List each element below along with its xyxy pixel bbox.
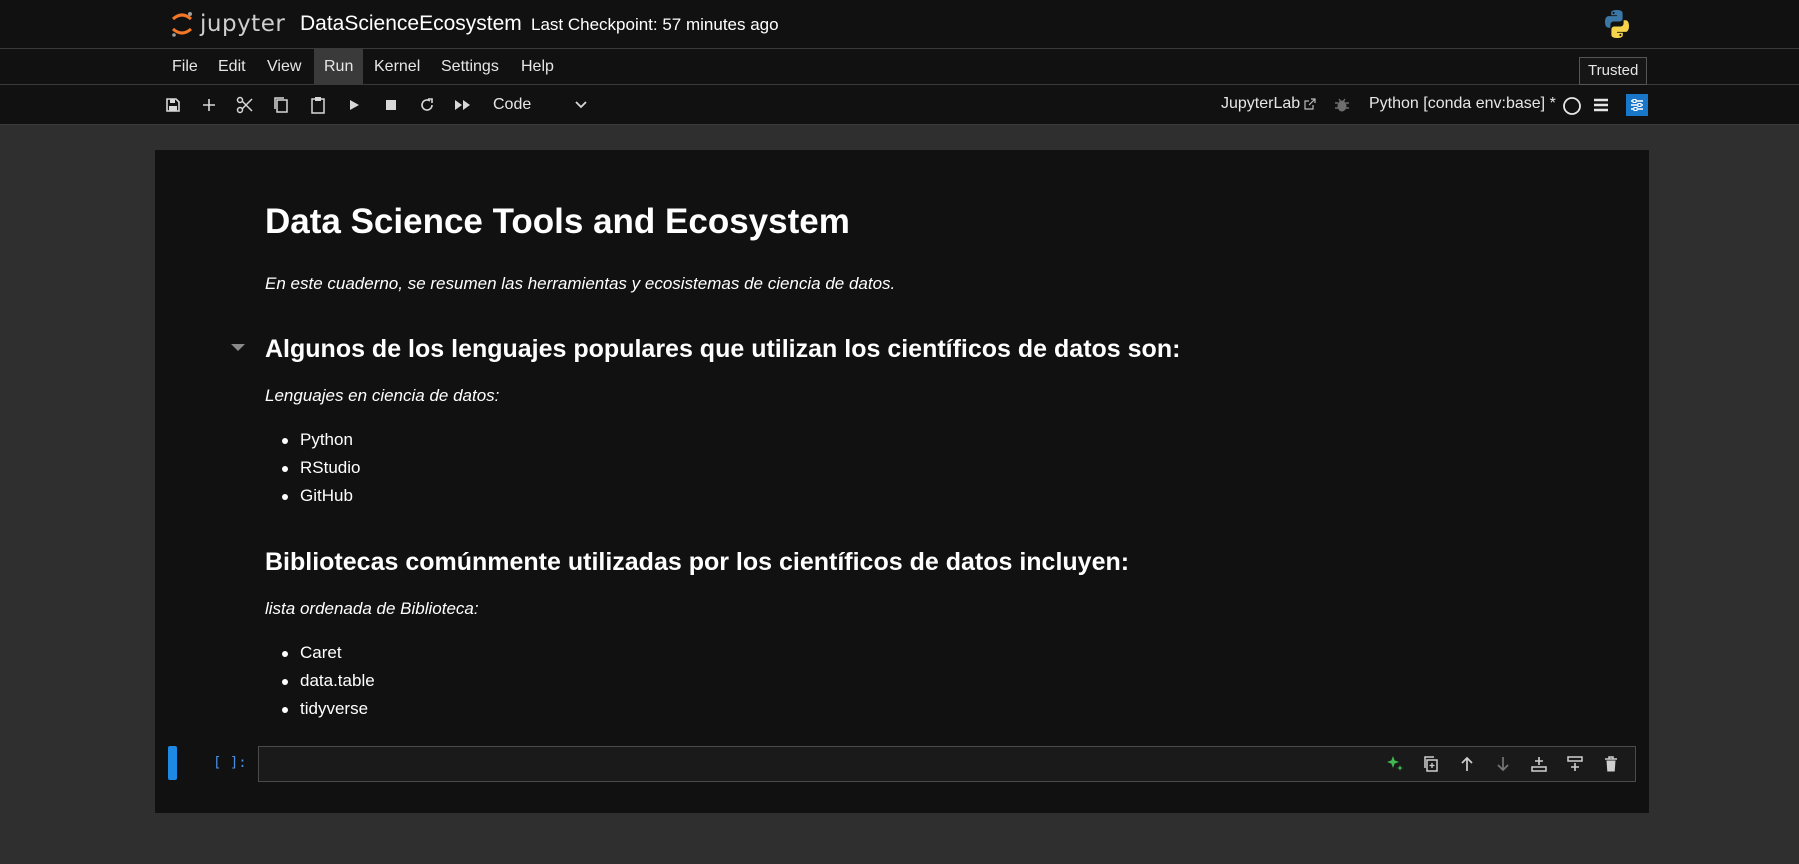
jupyter-logo-icon [172, 12, 192, 37]
move-up-icon[interactable] [1456, 753, 1478, 775]
notebook-title[interactable]: DataScienceEcosystem [300, 12, 522, 36]
libraries-list: Caret data.table tidyverse [282, 639, 375, 723]
list-item: data.table [282, 667, 375, 695]
chevron-down-icon[interactable] [574, 97, 588, 115]
delete-icon[interactable] [1600, 753, 1622, 775]
menu-view[interactable]: View [257, 49, 311, 84]
notebook-toolbar: Code JupyterLab Python [conda env:base] … [0, 85, 1799, 125]
section-subtitle-languages: Lenguajes en ciencia de datos: [265, 386, 500, 405]
menu-settings[interactable]: Settings [431, 49, 509, 84]
cut-icon[interactable] [235, 95, 255, 115]
list-item: tidyverse [282, 695, 375, 723]
menu-bar: File Edit View Run Kernel Settings Help … [0, 49, 1799, 85]
menu-file[interactable]: File [162, 49, 208, 84]
list-item: RStudio [282, 454, 360, 482]
run-all-icon[interactable] [453, 95, 473, 115]
execution-prompt: [ ]: [213, 755, 247, 771]
debugger-bug-icon[interactable] [1334, 96, 1350, 119]
list-item: Caret [282, 639, 375, 667]
section-heading-libraries: Bibliotecas comúnmente utilizadas por lo… [265, 548, 1130, 576]
save-icon[interactable] [163, 95, 183, 115]
insert-below-icon[interactable] [1564, 753, 1586, 775]
jupyter-logo[interactable]: jupyter [170, 8, 285, 40]
python-logo-icon [1601, 8, 1633, 45]
notebook-panel: Data Science Tools and Ecosystem En este… [155, 150, 1649, 813]
section-subtitle-libraries: lista ordenada de Biblioteca: [265, 599, 479, 618]
paste-icon[interactable] [308, 95, 328, 115]
table-of-contents-icon[interactable] [1592, 96, 1610, 119]
trusted-indicator[interactable]: Trusted [1579, 57, 1648, 85]
intro-text: En este cuaderno, se resumen las herrami… [265, 274, 896, 293]
page-title: Data Science Tools and Ecosystem [265, 202, 850, 241]
collapse-heading-icon[interactable] [231, 344, 245, 351]
jupyterlab-label: JupyterLab [1221, 95, 1301, 112]
list-item: GitHub [282, 482, 360, 510]
kernel-name[interactable]: Python [conda env:base] * [1369, 95, 1556, 113]
top-header: jupyter DataScienceEcosystem Last Checkp… [0, 0, 1799, 49]
external-link-icon [1304, 98, 1316, 110]
kernel-status-icon [1562, 96, 1582, 121]
jupyter-wordmark: jupyter [200, 11, 286, 37]
property-inspector-icon[interactable] [1626, 94, 1648, 116]
move-down-icon[interactable] [1492, 753, 1514, 775]
active-cell-indicator[interactable] [168, 746, 177, 780]
run-icon[interactable] [344, 95, 364, 115]
menu-edit[interactable]: Edit [208, 49, 256, 84]
insert-above-icon[interactable] [1528, 753, 1550, 775]
ai-sparkle-icon[interactable] [1384, 753, 1406, 775]
menu-help[interactable]: Help [511, 49, 564, 84]
restart-icon[interactable] [417, 95, 437, 115]
list-item: Python [282, 426, 360, 454]
copy-icon[interactable] [271, 95, 291, 115]
languages-list: Python RStudio GitHub [282, 426, 360, 510]
open-in-jupyterlab-link[interactable]: JupyterLab [1221, 95, 1316, 113]
menu-kernel[interactable]: Kernel [364, 49, 430, 84]
menu-run[interactable]: Run [314, 49, 364, 84]
stop-icon[interactable] [381, 95, 401, 115]
section-heading-languages: Algunos de los lenguajes populares que u… [265, 335, 1181, 363]
checkpoint-status: Last Checkpoint: 57 minutes ago [531, 15, 779, 34]
add-cell-icon[interactable] [199, 95, 219, 115]
duplicate-icon[interactable] [1420, 753, 1442, 775]
